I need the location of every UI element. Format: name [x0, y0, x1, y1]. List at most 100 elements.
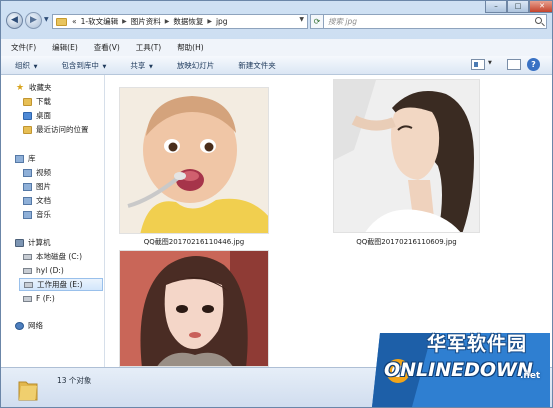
nav-item-recent-places[interactable]: 最近访问的位置	[23, 123, 103, 136]
window-controls: – □ ✕	[485, 1, 552, 13]
menu-view[interactable]: 查看(V)	[84, 42, 126, 53]
nav-item-music[interactable]: 音乐	[23, 208, 103, 221]
command-bar: 组织 ▼ 包含到库中 ▼ 共享 ▼ 放映幻灯片 新建文件夹 ▼ ?	[1, 56, 552, 75]
preview-pane-icon[interactable]	[507, 59, 521, 70]
view-dropdown-icon[interactable]: ▼	[488, 60, 492, 66]
nav-label: 最近访问的位置	[36, 125, 89, 134]
include-in-library-button[interactable]: 包含到库中 ▼	[47, 60, 116, 71]
chevron-down-icon[interactable]: ▼	[299, 16, 304, 23]
search-placeholder: 搜索 jpg	[328, 17, 357, 26]
new-folder-button[interactable]: 新建文件夹	[224, 60, 286, 71]
help-icon[interactable]: ?	[527, 58, 540, 71]
nav-item-desktop[interactable]: 桌面	[23, 109, 103, 122]
breadcrumb-overflow[interactable]: «	[70, 17, 79, 26]
watermark-title: 华军软件园	[427, 333, 528, 355]
nav-label: 网络	[28, 321, 43, 330]
file-name[interactable]: QQ截图20170216110609.jpg	[331, 237, 482, 247]
nav-label: F (F:)	[36, 294, 55, 303]
desktop-icon	[23, 111, 32, 120]
watermark-logo: 华军软件园 ONLINEDOWN .net	[372, 329, 550, 407]
nav-favorites[interactable]: ★ 收藏夹	[15, 81, 103, 94]
nav-item-drive-e[interactable]: 工作用盘 (E:)	[19, 278, 103, 291]
menu-bar: 文件(F) 编辑(E) 查看(V) 工具(T) 帮助(H)	[1, 39, 552, 57]
navigation-pane: ★ 收藏夹 下载 桌面 最近访问的位置 库 视频 图片 文档 音乐 计算机 本地…	[1, 75, 105, 367]
nav-item-downloads[interactable]: 下载	[23, 95, 103, 108]
chevron-down-icon: ▼	[100, 63, 107, 70]
music-library-icon	[23, 210, 32, 219]
menu-edit[interactable]: 编辑(E)	[42, 42, 84, 53]
nav-label: 下载	[36, 97, 51, 106]
refresh-button[interactable]: ⟳	[310, 14, 324, 29]
nav-label: 文档	[36, 196, 51, 205]
chevron-down-icon: ▼	[32, 63, 38, 70]
maximize-button[interactable]: □	[507, 1, 529, 13]
recent-places-icon	[23, 125, 32, 134]
breadcrumb-item[interactable]: 1-软文编辑	[79, 16, 120, 27]
chevron-right-icon[interactable]: ▶	[163, 18, 172, 25]
organize-button[interactable]: 组织 ▼	[1, 60, 47, 71]
menu-help[interactable]: 帮助(H)	[167, 42, 210, 53]
nav-label: 收藏夹	[29, 83, 52, 92]
nav-item-documents[interactable]: 文档	[23, 194, 103, 207]
share-button[interactable]: 共享 ▼	[116, 60, 162, 71]
nav-label: 库	[28, 154, 36, 163]
star-icon: ★	[15, 82, 25, 93]
item-count: 13 个对象	[57, 376, 92, 385]
video-library-icon	[23, 168, 32, 177]
drive-icon	[23, 253, 32, 260]
breadcrumb-item[interactable]: jpg	[214, 17, 230, 26]
search-input[interactable]: 搜索 jpg	[323, 14, 547, 29]
nav-label: hyl (D:)	[36, 266, 64, 275]
nav-computer[interactable]: 计算机	[15, 236, 103, 249]
nav-item-drive-c[interactable]: 本地磁盘 (C:)	[23, 250, 103, 263]
recent-pages-dropdown[interactable]: ▼	[44, 16, 49, 23]
minimize-button[interactable]: –	[485, 1, 507, 13]
nav-label: 工作用盘 (E:)	[37, 280, 83, 289]
share-label: 共享	[130, 60, 146, 70]
watermark-tld: .net	[520, 371, 541, 381]
forward-button[interactable]: ▶	[25, 12, 42, 29]
menu-tools[interactable]: 工具(T)	[126, 42, 167, 53]
folder-icon	[56, 17, 67, 26]
girl-photo-thumbnail	[120, 251, 268, 366]
address-bar[interactable]: « 1-软文编辑 ▶ 图片资料 ▶ 数据恢复 ▶ jpg ▼	[52, 14, 308, 29]
breadcrumb-item[interactable]: 数据恢复	[171, 16, 205, 27]
organize-label: 组织	[15, 60, 30, 70]
document-library-icon	[23, 196, 32, 205]
download-folder-icon	[23, 97, 32, 106]
nav-item-drive-d[interactable]: hyl (D:)	[23, 264, 103, 277]
file-thumbnail[interactable]	[333, 79, 480, 233]
include-label: 包含到库中	[61, 60, 99, 70]
breadcrumb-item[interactable]: 图片资料	[129, 16, 163, 27]
file-name[interactable]: QQ截图20170216110446.jpg	[119, 237, 269, 247]
nav-item-drive-f[interactable]: F (F:)	[23, 292, 103, 305]
nav-label: 桌面	[36, 111, 51, 120]
file-thumbnail[interactable]	[119, 87, 269, 234]
library-icon	[15, 154, 24, 163]
nav-network[interactable]: 网络	[15, 319, 103, 332]
nav-item-videos[interactable]: 视频	[23, 166, 103, 179]
woman-photo-thumbnail	[334, 80, 479, 232]
computer-icon	[15, 238, 24, 247]
watermark-subtitle: ONLINEDOWN	[384, 359, 533, 381]
slideshow-button[interactable]: 放映幻灯片	[163, 60, 225, 71]
nav-item-pictures[interactable]: 图片	[23, 180, 103, 193]
folder-icon	[18, 381, 38, 401]
chevron-right-icon[interactable]: ▶	[120, 18, 129, 25]
back-button[interactable]: ◀	[6, 12, 23, 29]
nav-libraries[interactable]: 库	[15, 152, 103, 165]
picture-library-icon	[23, 182, 32, 191]
chevron-down-icon: ▼	[147, 63, 153, 70]
menu-file[interactable]: 文件(F)	[1, 42, 42, 53]
change-view-icon[interactable]	[471, 59, 485, 70]
address-row: ◀ ▶ ▼ « 1-软文编辑 ▶ 图片资料 ▶ 数据恢复 ▶ jpg ▼ ⟳ 搜…	[1, 1, 552, 39]
chevron-right-icon[interactable]: ▶	[205, 18, 214, 25]
nav-label: 图片	[36, 182, 51, 191]
nav-label: 音乐	[36, 210, 51, 219]
file-thumbnail[interactable]	[119, 250, 269, 367]
nav-label: 计算机	[28, 238, 51, 247]
search-icon[interactable]	[535, 17, 542, 24]
close-button[interactable]: ✕	[529, 1, 552, 13]
previous-row-caption: ˙˙	[233, 75, 240, 79]
network-icon	[15, 321, 24, 330]
